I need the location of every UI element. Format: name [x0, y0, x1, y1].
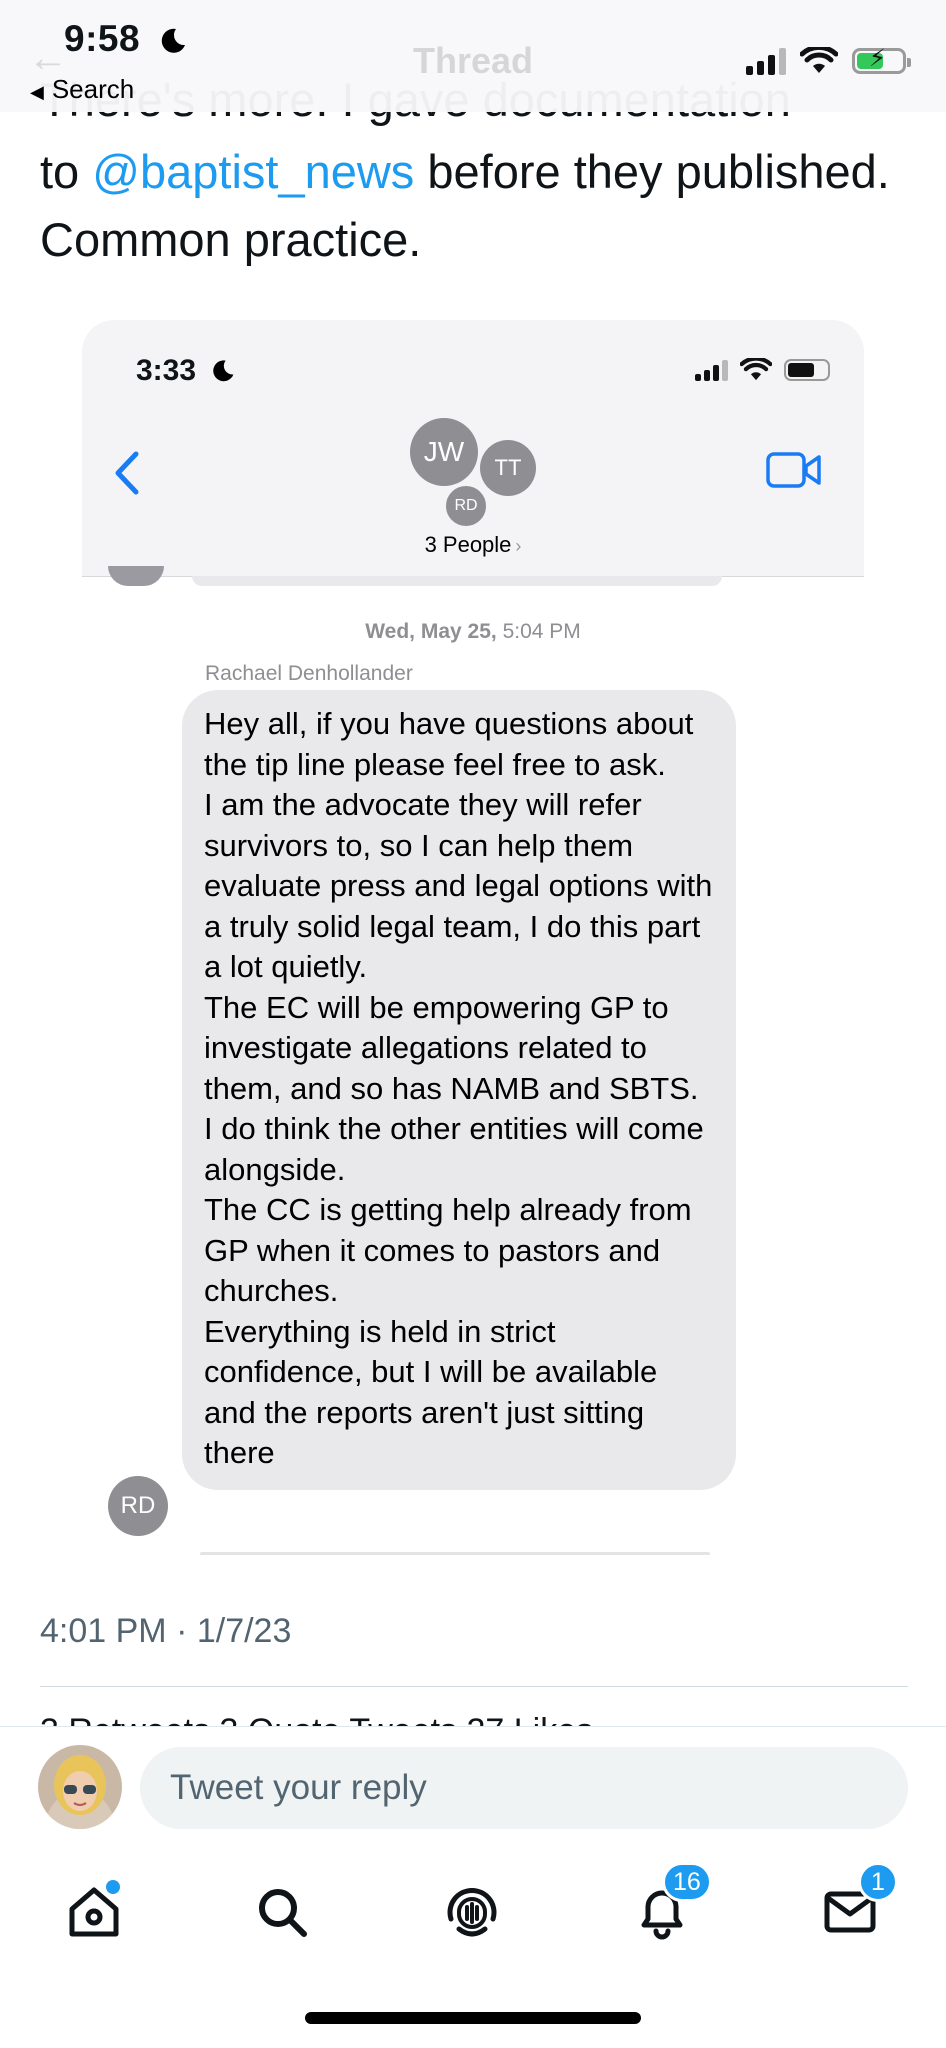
- avatar-rd-small: RD: [444, 484, 488, 528]
- battery-icon: [784, 359, 830, 381]
- battery-charging-icon: ⚡: [852, 47, 911, 74]
- wifi-icon: [740, 358, 772, 381]
- spaces-icon: [447, 1887, 497, 1937]
- video-camera-icon: [766, 452, 821, 488]
- message-paragraph: Everything is held in strict confidence,…: [204, 1313, 658, 1471]
- message-sender: Rachael Denhollander: [205, 662, 413, 685]
- tweet-text-part: to: [40, 145, 93, 198]
- imessage-header: 3:33 JW TT RD 3 People ›: [82, 320, 864, 577]
- avatar-tt: TT: [480, 440, 536, 496]
- search-icon: [259, 1889, 307, 1937]
- previous-bubble-fragment: [192, 576, 722, 586]
- reply-input[interactable]: Tweet your reply: [140, 1747, 908, 1829]
- user-avatar-image: [38, 1745, 122, 1829]
- message-date-time: 5:04 PM: [502, 620, 581, 643]
- home-indicator[interactable]: [305, 2012, 641, 2024]
- messages-badge: 1: [858, 1862, 898, 1902]
- tab-spaces[interactable]: [432, 1872, 512, 1952]
- avatar-jw: JW: [410, 418, 478, 486]
- message-paragraph: Hey all, if you have questions about the…: [204, 706, 694, 782]
- people-count: 3 People: [424, 532, 512, 557]
- notifications-badge: 16: [662, 1862, 712, 1902]
- tab-home[interactable]: [54, 1872, 134, 1952]
- status-icons: ⚡: [746, 44, 911, 78]
- tab-notifications[interactable]: 16: [622, 1862, 712, 1952]
- message-date: Wed, May 25, 5:04 PM: [82, 620, 864, 644]
- embedded-status-icons: [695, 358, 830, 382]
- moon-icon: [213, 360, 234, 382]
- mention-link[interactable]: @baptist_news: [92, 145, 414, 198]
- message-bubble: Hey all, if you have questions about the…: [182, 690, 736, 1490]
- group-members-label: 3 People ›: [82, 532, 864, 558]
- embedded-screenshot[interactable]: 3:33 JW TT RD 3 People › Wed, May 25, 5:0…: [82, 320, 864, 1555]
- sender-avatar: RD: [108, 1476, 168, 1536]
- message-paragraph: I am the advocate they will refer surviv…: [204, 787, 713, 984]
- message-paragraph: The EC will be empowering GP to investig…: [204, 989, 704, 1187]
- back-triangle-icon: ◀: [30, 82, 44, 102]
- chevron-left-icon: [115, 451, 139, 495]
- divider: [40, 1686, 908, 1687]
- reply-bar: Tweet your reply: [0, 1726, 946, 1851]
- user-avatar[interactable]: [38, 1745, 122, 1829]
- tweet-text: to @baptist_news before they published. …: [40, 138, 910, 274]
- moon-icon: [161, 28, 185, 53]
- tweet-timestamp[interactable]: 4:01 PM · 1/7/23: [40, 1612, 291, 1651]
- chevron-right-icon: ›: [515, 536, 522, 556]
- message-date-day: Wed, May 25,: [365, 620, 497, 643]
- back-label: Search: [51, 74, 135, 104]
- wifi-icon: [800, 47, 838, 73]
- reply-placeholder: Tweet your reply: [170, 1768, 427, 1807]
- back-to-search-link[interactable]: ◀ Search: [30, 74, 134, 105]
- cellular-signal-icon: [746, 47, 786, 75]
- message-paragraph: The CC is getting help already from GP w…: [204, 1192, 692, 1308]
- tab-messages[interactable]: 1: [810, 1862, 898, 1952]
- tab-search[interactable]: [242, 1872, 322, 1952]
- cellular-signal-icon: [695, 359, 728, 381]
- status-bar: ← Thread 9:58 ◀ Search ⚡: [0, 0, 946, 112]
- embedded-status-time: 3:33: [136, 354, 197, 387]
- next-bubble-fragment: [200, 1552, 710, 1555]
- status-time: 9:58: [64, 18, 141, 59]
- home-new-dot: [106, 1880, 120, 1894]
- previous-avatar-fragment: [108, 566, 164, 586]
